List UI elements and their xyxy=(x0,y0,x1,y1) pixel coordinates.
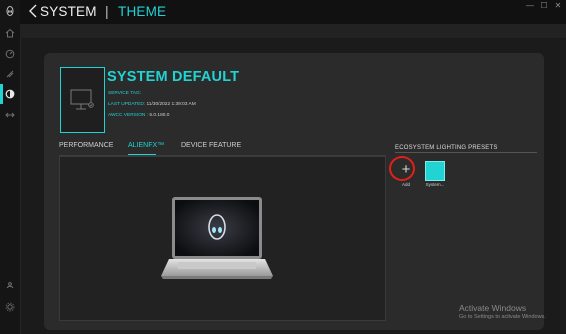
presets-section-title: ECOSYSTEM LIGHTING PRESETS xyxy=(395,145,498,151)
awcc-version-row: AWCC VERSION : 6.0.180.0 xyxy=(108,113,169,118)
activate-windows-title: Activate Windows xyxy=(459,303,527,313)
preset-system-label: System... xyxy=(425,182,445,187)
presets-divider xyxy=(395,152,537,153)
home-icon[interactable] xyxy=(4,27,16,39)
device-preview-area xyxy=(59,156,386,321)
close-button[interactable]: ✕ xyxy=(552,1,564,11)
library-icon[interactable] xyxy=(4,68,16,80)
macros-icon[interactable] xyxy=(4,109,16,121)
laptop-preview-image[interactable] xyxy=(60,157,385,320)
last-updated-value: 11/30/2022 1:39:03 AM xyxy=(146,102,196,107)
page-section-title: THEME xyxy=(118,4,167,19)
activate-windows-subtitle: Go to Settings to activate Windows. xyxy=(459,314,546,320)
add-preset-label: Add xyxy=(401,182,410,187)
add-icon[interactable]: + xyxy=(396,160,416,180)
theme-panel: SYSTEM DEFAULT SERVICE TAG: LAST UPDATED… xyxy=(44,53,544,330)
alienware-logo-icon[interactable] xyxy=(4,5,16,17)
service-tag-row: SERVICE TAG: xyxy=(108,91,141,96)
sidebar xyxy=(0,0,21,334)
service-tag-label: SERVICE TAG: xyxy=(108,91,142,96)
tab-performance[interactable]: PERFORMANCE xyxy=(59,142,113,149)
performance-icon[interactable] xyxy=(4,48,16,60)
back-chevron-icon[interactable] xyxy=(27,3,41,19)
maximize-button[interactable]: ☐ xyxy=(538,1,550,11)
awcc-version-label: AWCC VERSION : xyxy=(108,113,149,118)
help-icon[interactable] xyxy=(4,280,16,292)
tab-device-feature[interactable]: DEVICE FEATURE xyxy=(181,142,241,149)
sub-header-bar xyxy=(20,24,566,38)
settings-icon[interactable] xyxy=(4,301,16,313)
title-bar: SYSTEM | THEME — ☐ ✕ xyxy=(20,0,566,24)
minimize-button[interactable]: — xyxy=(524,1,536,11)
theme-icon[interactable] xyxy=(4,88,16,100)
page-title: SYSTEM xyxy=(40,4,97,19)
awcc-version-value: 6.0.180.0 xyxy=(149,113,170,118)
title-separator: | xyxy=(105,3,109,19)
device-thumbnail xyxy=(60,67,105,133)
tab-alienfx[interactable]: ALIENFX™ xyxy=(128,142,164,149)
active-indicator xyxy=(0,84,3,104)
last-updated-row: LAST UPDATED: 11/30/2022 1:39:03 AM xyxy=(108,102,196,107)
last-updated-label: LAST UPDATED: xyxy=(108,102,146,107)
monitor-icon xyxy=(70,89,94,110)
preset-system-swatch[interactable] xyxy=(425,161,445,181)
theme-name: SYSTEM DEFAULT xyxy=(107,69,240,85)
